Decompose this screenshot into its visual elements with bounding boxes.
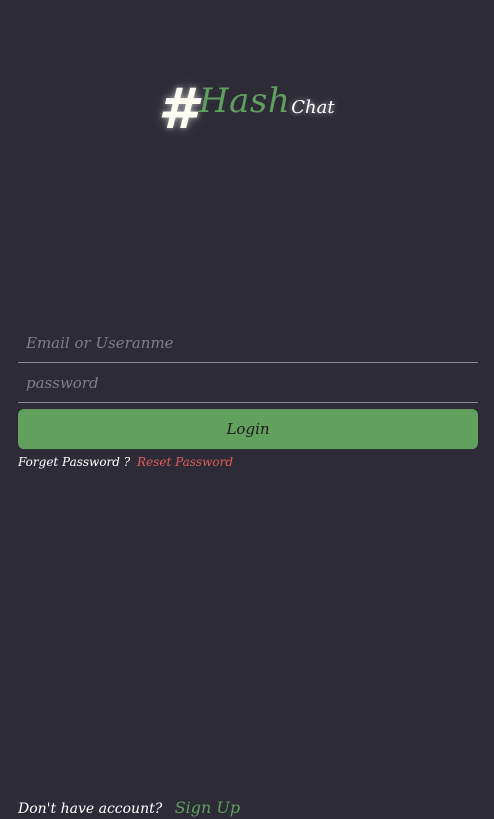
email-username-input[interactable] [18, 323, 478, 363]
login-screen: # Hash Chat Login Forget Password ? Rese… [0, 0, 494, 819]
logo-text-chat: Chat [291, 97, 335, 118]
logo-text-hash: Hash [198, 81, 291, 121]
forget-password-text: Forget Password ? [18, 455, 131, 469]
reset-password-link[interactable]: Reset Password [137, 455, 233, 469]
signup-row: Don't have account? Sign Up [18, 798, 240, 817]
no-account-text: Don't have account? [18, 801, 163, 817]
login-button[interactable]: Login [18, 409, 478, 449]
password-input[interactable] [18, 363, 478, 403]
forget-password-row: Forget Password ? Reset Password [18, 455, 233, 469]
sign-up-link[interactable]: Sign Up [175, 798, 240, 817]
app-logo: # Hash Chat [158, 76, 335, 142]
hashtag-icon: # [158, 77, 197, 142]
